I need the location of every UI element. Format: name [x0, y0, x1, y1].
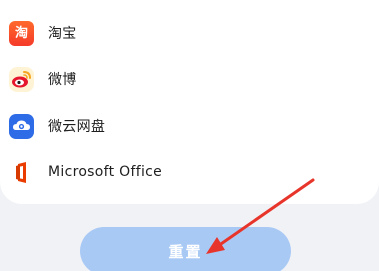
app-item-weibo[interactable]: 微博: [0, 58, 379, 100]
app-label-weibo: 微博: [48, 72, 77, 88]
app-reset-screen: 淘 淘宝 微博 微云网盘 Microsoft Office 重置: [0, 0, 379, 271]
app-item-weiyun[interactable]: 微云网盘: [0, 105, 379, 147]
office-icon: [9, 160, 34, 185]
reset-button-label: 重置: [168, 242, 203, 261]
taobao-icon: 淘: [9, 20, 34, 46]
app-list-panel: 淘 淘宝 微博 微云网盘 Microsoft Office: [0, 0, 379, 204]
app-label-office: Microsoft Office: [48, 164, 163, 180]
app-item-office[interactable]: Microsoft Office: [0, 151, 379, 193]
app-label-taobao: 淘宝: [48, 26, 77, 42]
reset-button[interactable]: 重置: [80, 227, 291, 271]
weiyun-icon: [9, 113, 34, 139]
app-item-taobao[interactable]: 淘 淘宝: [0, 12, 379, 54]
taobao-icon-glyph: 淘: [14, 25, 28, 41]
app-label-weiyun: 微云网盘: [48, 119, 106, 135]
weibo-icon: [9, 66, 34, 92]
